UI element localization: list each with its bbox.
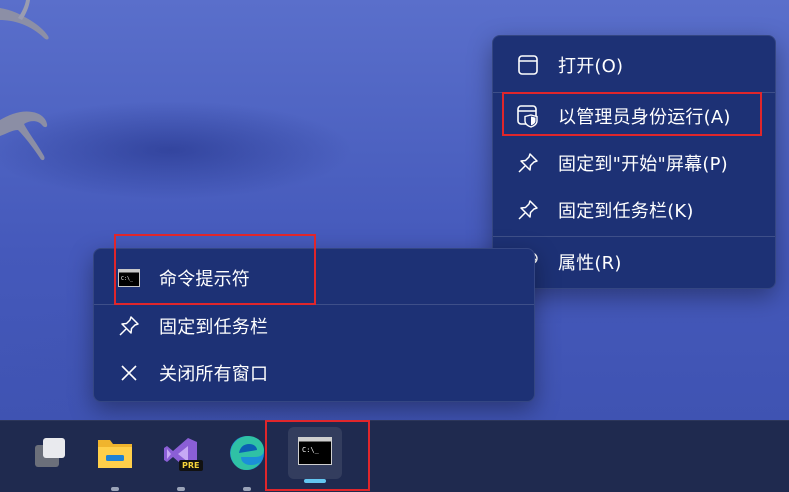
active-indicator — [304, 479, 326, 483]
preview-badge: PRE — [179, 460, 203, 471]
cmd-icon: C:\_ — [116, 265, 142, 291]
running-indicator — [177, 487, 185, 491]
menu-item-pin-to-taskbar[interactable]: 固定到任务栏 — [94, 303, 534, 349]
menu-item-command-prompt[interactable]: C:\_ 命令提示符 — [94, 255, 534, 301]
menu-item-open[interactable]: 打开(O) — [493, 42, 775, 88]
menu-item-label: 以管理员身份运行(A) — [558, 107, 731, 128]
edge-icon — [227, 433, 267, 477]
menu-item-label: 固定到任务栏(K) — [558, 201, 694, 222]
menu-item-properties[interactable]: 属性(R) — [493, 239, 775, 285]
menu-item-pin-to-start[interactable]: 固定到"开始"屏幕(P) — [493, 140, 775, 186]
context-menu-taskbar: C:\_ 命令提示符 固定到任务栏 关闭所有窗口 — [93, 248, 535, 402]
pin-icon — [515, 197, 541, 223]
taskbar-file-explorer[interactable] — [90, 431, 140, 491]
running-indicator — [243, 487, 251, 491]
pin-icon — [515, 150, 541, 176]
taskbar-task-view[interactable] — [24, 431, 74, 479]
visual-studio-icon: PRE — [161, 435, 203, 475]
admin-shield-icon — [515, 103, 541, 129]
wallpaper-branch-mid — [0, 111, 48, 161]
folder-icon — [95, 435, 135, 475]
taskbar-visual-studio-preview[interactable]: PRE — [156, 431, 206, 491]
window-icon — [515, 52, 541, 78]
close-icon — [116, 360, 142, 386]
menu-item-label: 命令提示符 — [159, 269, 250, 290]
menu-separator — [493, 236, 775, 237]
menu-item-label: 打开(O) — [558, 56, 624, 77]
svg-text:C:\_: C:\_ — [121, 276, 134, 282]
context-menu-jumplist: 打开(O) 以管理员身份运行(A) 固定到"开始"屏幕(P) 固定到任务栏(K)… — [492, 35, 776, 289]
menu-item-run-as-admin[interactable]: 以管理员身份运行(A) — [493, 93, 775, 139]
wallpaper-branch-top — [0, 0, 49, 40]
task-view-icon — [29, 435, 69, 475]
taskbar: PRE C:\_ — [0, 420, 789, 492]
menu-item-label: 固定到任务栏 — [159, 317, 269, 338]
cmd-icon: C:\_ — [298, 437, 332, 469]
taskbar-command-prompt[interactable]: C:\_ — [288, 427, 342, 483]
menu-item-label: 关闭所有窗口 — [159, 364, 269, 385]
running-indicator — [111, 487, 119, 491]
menu-item-pin-to-taskbar[interactable]: 固定到任务栏(K) — [493, 187, 775, 233]
menu-item-label: 固定到"开始"屏幕(P) — [558, 154, 728, 175]
taskbar-edge[interactable] — [222, 431, 272, 491]
menu-item-label: 属性(R) — [558, 253, 622, 274]
pin-icon — [116, 313, 142, 339]
menu-item-close-all-windows[interactable]: 关闭所有窗口 — [94, 350, 534, 396]
svg-text:C:\_: C:\_ — [302, 446, 320, 454]
